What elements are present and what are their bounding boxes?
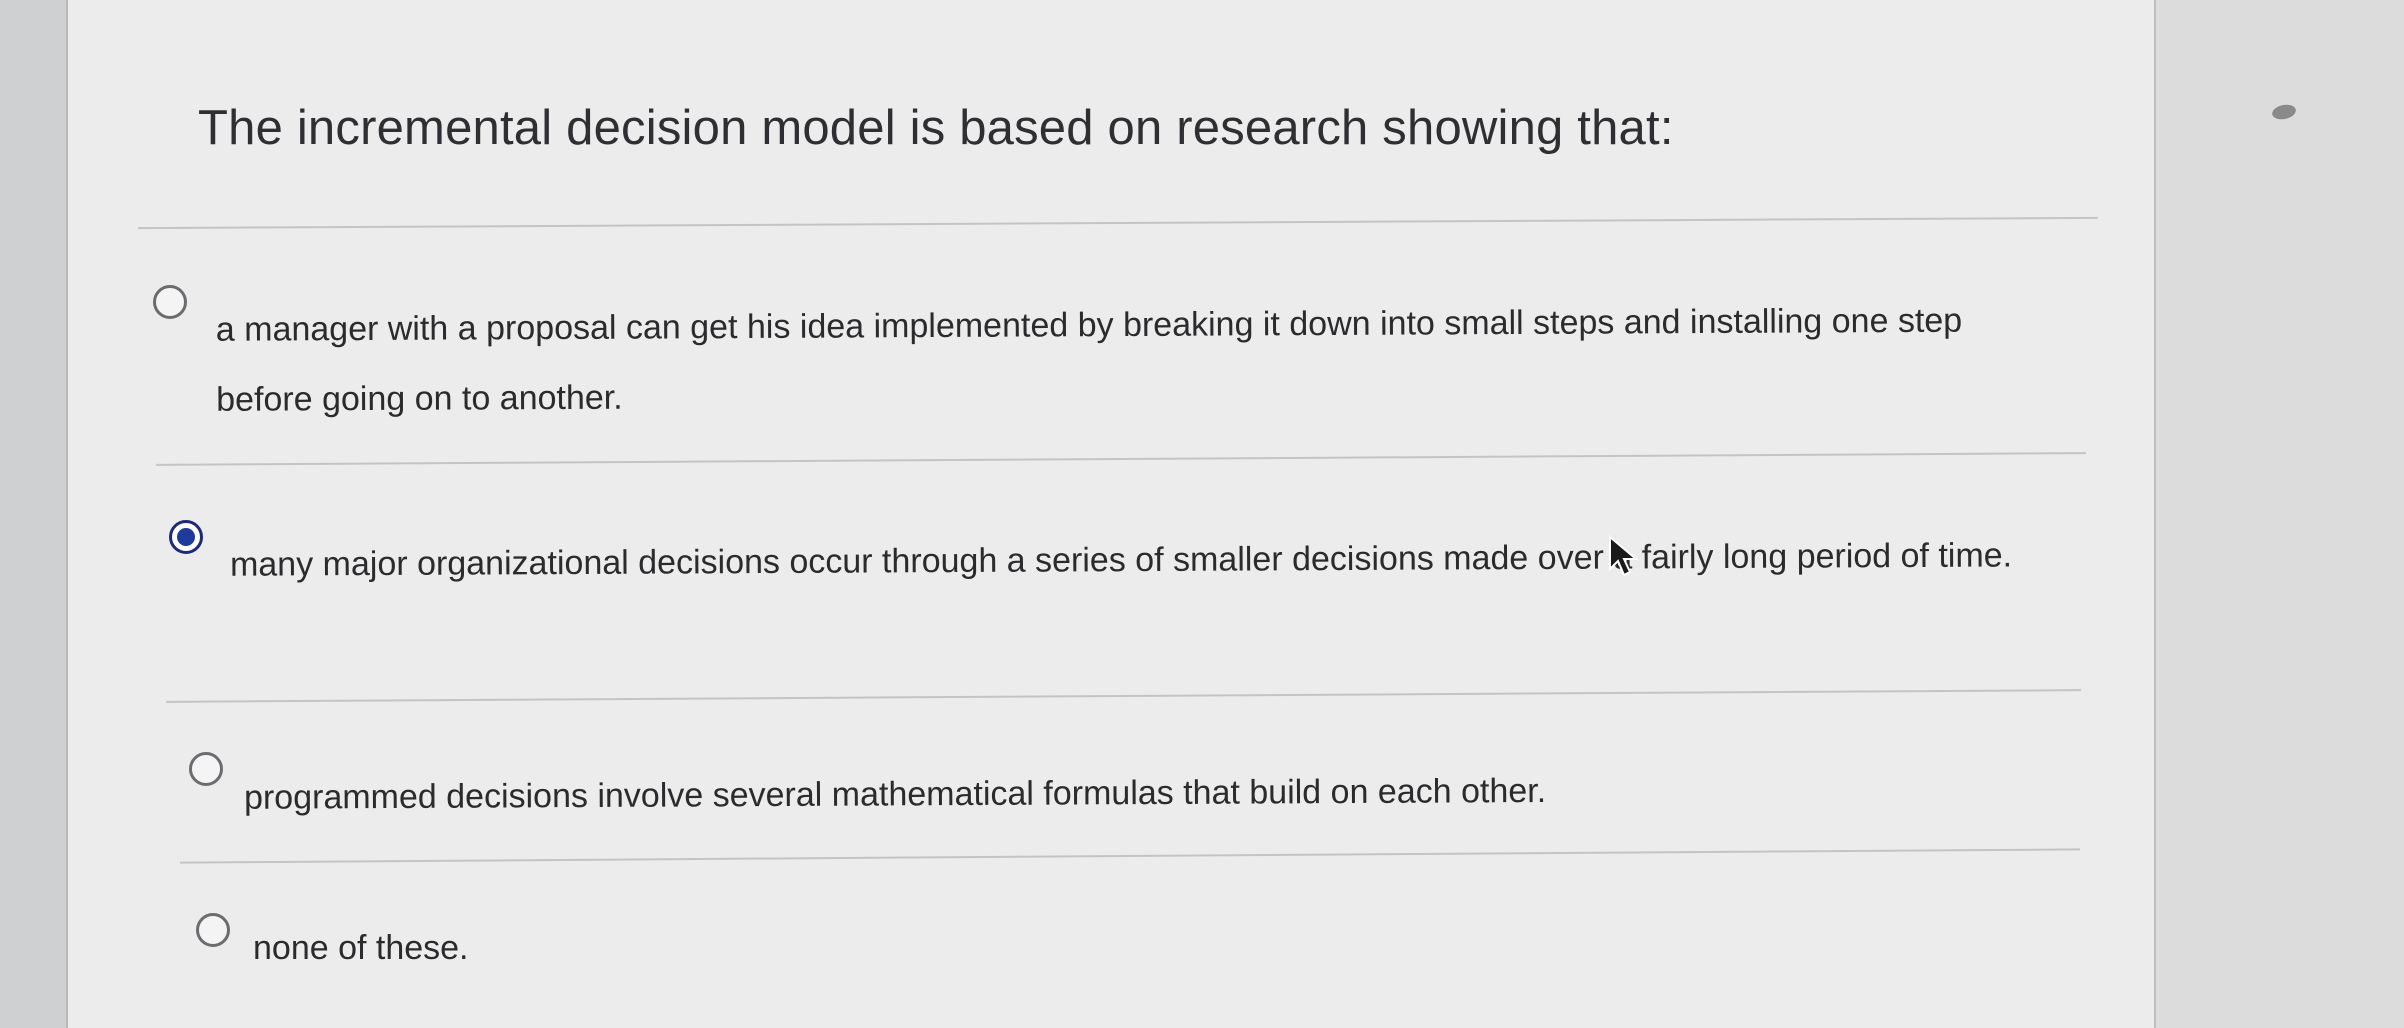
answer-option-3-text[interactable]: programmed decisions involve several mat… [244, 753, 2074, 833]
answer-option-1[interactable]: a manager with a proposal can get his id… [68, 270, 2158, 440]
answer-option-4-text[interactable]: none of these. [253, 913, 2083, 983]
option-divider-2 [166, 689, 2081, 703]
answer-option-4[interactable]: none of these. [68, 905, 2158, 1015]
question-panel: The incremental decision model is based … [66, 0, 2156, 1028]
mouse-cursor-icon [1609, 534, 1639, 577]
question-divider [138, 216, 2098, 230]
question-text: The incremental decision model is based … [198, 101, 1674, 155]
option-divider-1 [156, 452, 2086, 466]
answer-option-2-text[interactable]: many major organizational decisions occu… [230, 520, 2060, 600]
answer-option-2[interactable]: many major organizational decisions occu… [68, 505, 2158, 675]
radio-button-option-1[interactable] [153, 285, 187, 319]
right-background [2156, 0, 2404, 1028]
radio-button-option-4[interactable] [196, 913, 230, 947]
radio-button-option-2-selected[interactable] [169, 520, 203, 554]
answer-option-3[interactable]: programmed decisions involve several mat… [68, 740, 2158, 860]
radio-button-option-3[interactable] [189, 752, 223, 786]
left-background [0, 0, 70, 1028]
answer-option-1-text[interactable]: a manager with a proposal can get his id… [216, 285, 2047, 435]
